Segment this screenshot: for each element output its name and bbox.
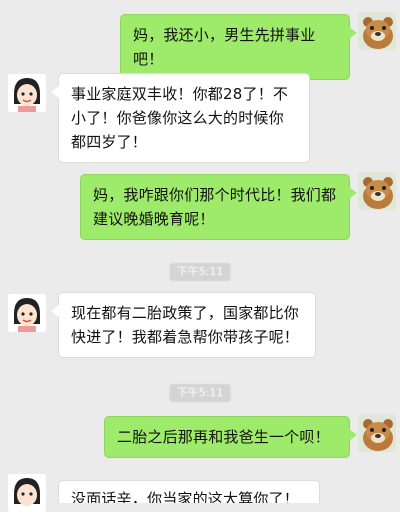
message-text: 没面话辛，你当家的这大算你了！ [71,490,300,503]
self-avatar-icon[interactable] [358,414,396,452]
message-text: 事业家庭双丰收！你都28了！不小了！你爸像你这么大的时候你都四岁了！ [71,85,289,151]
message-bubble-self[interactable]: 妈，我还小，男生先拼事业吧！ [120,14,357,80]
timestamp: 下午5:11 [169,263,231,281]
other-avatar-icon[interactable] [8,74,46,112]
message-text: 现在都有二胎政策了，国家都比你快进了！我都着急帮你带孩子呢！ [71,304,300,346]
message-text: 妈，我还小，男生先拼事业吧！ [133,26,316,68]
message-text: 妈，我咋跟你们那个时代比！我们都建议晚婚晚育呢！ [93,186,337,228]
message-bubble-other[interactable]: 现在都有二胎政策了，国家都比你快进了！我都着急帮你带孩子呢！ [51,292,316,358]
timestamp: 下午5:11 [169,384,231,402]
other-avatar-icon[interactable] [8,474,46,512]
message-bubble-other[interactable]: 事业家庭双丰收！你都28了！不小了！你爸像你这么大的时候你都四岁了！ [51,73,310,163]
message-bubble-self[interactable]: 妈，我咋跟你们那个时代比！我们都建议晚婚晚育呢！ [80,174,357,240]
self-avatar-icon[interactable] [358,172,396,210]
chat-window: 妈，我还小，男生先拼事业吧！ 事业家庭双丰收！你都28了！不小了！你爸像你这么大… [0,0,400,512]
message-bubble-self[interactable]: 二胎之后那再和我爸生一个呗！ [104,416,357,458]
other-avatar-icon[interactable] [8,294,46,332]
message-bubble-other[interactable]: 没面话辛，你当家的这大算你了！ [58,480,320,503]
message-text: 二胎之后那再和我爸生一个呗！ [117,428,330,446]
self-avatar-icon[interactable] [358,12,396,50]
